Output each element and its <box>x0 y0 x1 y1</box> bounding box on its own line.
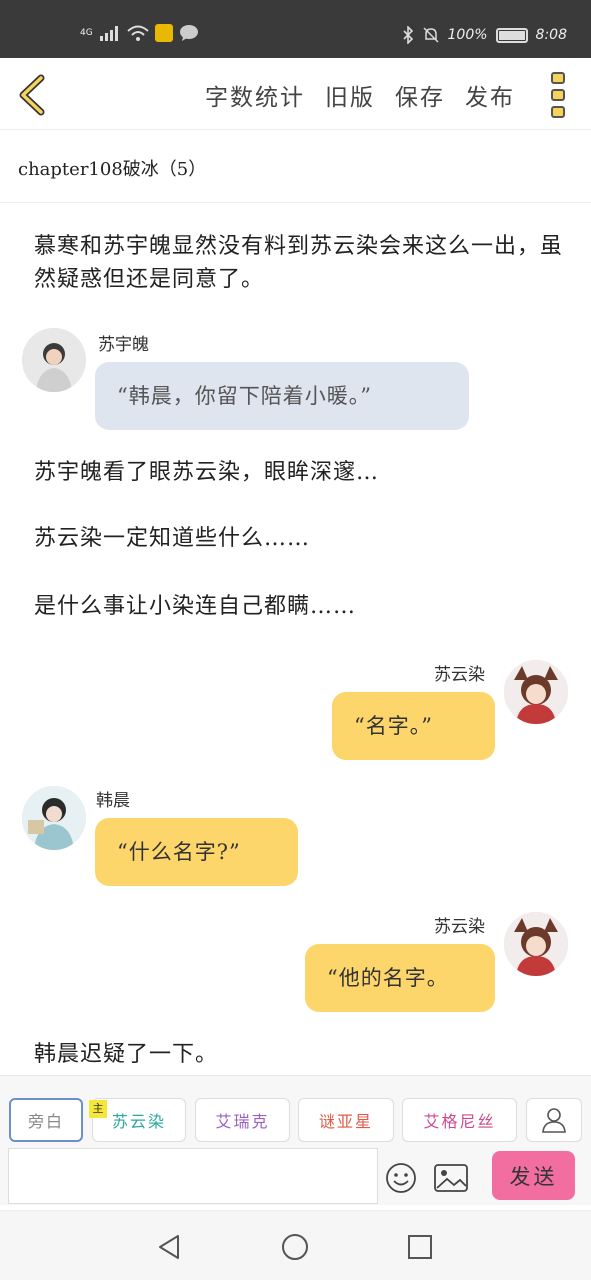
speaker-name: 苏云染 <box>434 665 485 685</box>
recents-square-icon[interactable] <box>406 1233 434 1261</box>
chat-bubble[interactable]: “韩晨，你留下陪着小暖。” <box>95 362 469 430</box>
image-icon[interactable] <box>434 1164 468 1192</box>
toolbar-actions: 字数统计 旧版 保存 发布 <box>205 78 515 112</box>
avatar-su-yupo[interactable] <box>22 328 86 392</box>
narration-paragraph[interactable]: 苏宇魄看了眼苏云染，眼眸深邃… <box>34 456 564 489</box>
word-count-button[interactable]: 字数统计 <box>205 78 305 112</box>
role-selector-bar: 旁白 苏云染 主 艾瑞克 谜亚星 艾格尼丝 发送 <box>0 1075 591 1205</box>
more-button[interactable] <box>551 72 567 118</box>
avatar-su-yunran[interactable] <box>504 912 568 976</box>
clock: 8:08 <box>535 27 567 43</box>
speaker-name: 韩晨 <box>96 791 130 811</box>
chevron-left-icon <box>19 74 45 116</box>
back-button[interactable] <box>14 74 50 116</box>
avatar-image <box>504 912 568 976</box>
narration-paragraph[interactable]: 慕寒和苏宇魄显然没有料到苏云染会来这么一出，虽然疑惑但还是同意了。 <box>34 230 564 296</box>
bluetooth-icon <box>402 26 413 44</box>
signal-icon <box>99 26 118 41</box>
old-version-button[interactable]: 旧版 <box>325 78 375 112</box>
role-button[interactable]: 艾格尼丝 <box>402 1098 517 1142</box>
person-icon <box>542 1108 566 1133</box>
editor-toolbar: 字数统计 旧版 保存 发布 <box>0 58 591 130</box>
app-notification-icon <box>154 24 173 42</box>
more-dots-icon <box>551 72 565 84</box>
speaker-name: 苏宇魄 <box>98 335 149 355</box>
emoji-icon[interactable] <box>385 1162 417 1194</box>
narration-paragraph[interactable]: 苏云染一定知道些什么…… <box>34 522 564 555</box>
chat-bubble[interactable]: “名字。” <box>332 692 495 760</box>
battery-icon <box>495 27 528 43</box>
chat-bubble[interactable]: “他的名字。 <box>305 944 495 1012</box>
role-button[interactable]: 艾瑞克 <box>195 1098 290 1142</box>
avatar-image <box>22 328 86 392</box>
avatar-su-yunran[interactable] <box>504 660 568 724</box>
status-bar: 4G 100% 8:08 <box>0 0 591 58</box>
chat-bubble[interactable]: “什么名字?” <box>95 818 298 886</box>
avatar-image <box>504 660 568 724</box>
status-right-icons: 100% 8:08 <box>402 26 567 44</box>
chapter-title[interactable]: chapter108破冰（5） <box>0 131 591 203</box>
system-nav-bar <box>0 1210 591 1280</box>
speaker-name: 苏云染 <box>434 917 485 937</box>
battery-percent: 100% <box>447 27 488 43</box>
message-input[interactable] <box>8 1148 378 1204</box>
story-content[interactable]: 慕寒和苏宇魄显然没有料到苏云染会来这么一出，虽然疑惑但还是同意了。 苏宇魄 “韩… <box>0 204 591 1074</box>
role-button[interactable]: 谜亚星 <box>298 1098 394 1142</box>
send-button[interactable]: 发送 <box>492 1151 575 1200</box>
home-circle-icon[interactable] <box>281 1233 309 1261</box>
narration-paragraph[interactable]: 是什么事让小染连自己都瞒…… <box>34 590 564 623</box>
save-button[interactable]: 保存 <box>395 78 445 112</box>
network-type: 4G <box>80 28 93 38</box>
narration-paragraph[interactable]: 韩晨迟疑了一下。 <box>34 1038 564 1071</box>
publish-button[interactable]: 发布 <box>465 78 515 112</box>
add-character-button[interactable] <box>526 1098 582 1142</box>
mute-bell-icon <box>422 27 439 43</box>
role-narration-button[interactable]: 旁白 <box>9 1098 83 1142</box>
wifi-icon <box>127 25 149 41</box>
back-triangle-icon[interactable] <box>156 1233 184 1261</box>
avatar-image <box>22 786 86 850</box>
protagonist-badge: 主 <box>89 1100 107 1118</box>
message-icon <box>179 25 198 41</box>
status-left-icons: 4G <box>80 24 199 42</box>
avatar-han-chen[interactable] <box>22 786 86 850</box>
